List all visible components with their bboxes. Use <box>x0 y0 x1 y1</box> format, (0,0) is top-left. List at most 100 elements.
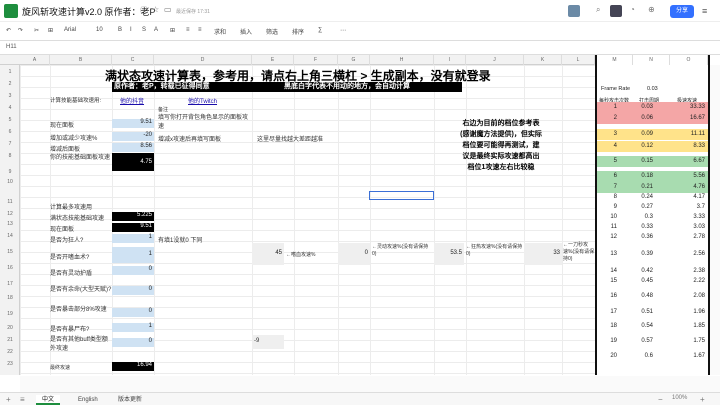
row-header-cell[interactable]: 14 <box>0 233 20 239</box>
toolbar-item[interactable]: ∑ <box>318 27 322 33</box>
sheet-list-icon[interactable]: ≡ <box>20 395 25 404</box>
row-header-cell[interactable]: 13 <box>0 221 20 227</box>
menu-icon[interactable]: ≡ <box>702 6 707 16</box>
row-header-cell[interactable]: 6 <box>0 129 20 135</box>
horizontal-scrollbar[interactable] <box>20 376 720 392</box>
row-header-cell[interactable]: 9 <box>0 169 20 175</box>
tab-chinese[interactable]: 中文 <box>36 395 61 405</box>
toolbar-item[interactable]: 筛选 <box>266 27 278 36</box>
zoom-out-icon[interactable]: − <box>658 395 663 404</box>
row-header-cell[interactable]: 3 <box>0 93 20 99</box>
talent-input[interactable]: 0 <box>112 286 154 295</box>
toolbar-item[interactable]: ✂ <box>34 27 39 34</box>
column-header-cell[interactable]: I <box>434 55 466 65</box>
toolbar-item[interactable]: ↷ <box>18 27 23 34</box>
bloodlust-speed-input[interactable]: 45 <box>252 243 284 265</box>
toolbar-item[interactable]: 插入 <box>240 27 252 36</box>
row-header-cell[interactable]: 21 <box>0 337 20 343</box>
col-o-header[interactable]: O <box>670 55 708 65</box>
toolbar-item[interactable]: ⊞ <box>48 27 53 34</box>
row-header-cell[interactable]: 8 <box>0 153 20 159</box>
column-header-cell[interactable]: J <box>466 55 524 65</box>
frenzy-speed-input[interactable]: 53.5 <box>434 243 464 265</box>
other-buff-input[interactable]: 0 <box>112 338 154 347</box>
row-header-cell[interactable]: 2 <box>0 81 20 87</box>
shield-speed-input[interactable]: 0 <box>338 243 370 265</box>
column-header-cell[interactable]: K <box>524 55 562 65</box>
column-header-cell[interactable]: B <box>50 55 112 65</box>
speed-change-input[interactable]: -20 <box>112 132 154 141</box>
other-buff-grey[interactable]: -9 <box>252 335 284 349</box>
column-header-cell[interactable]: C <box>112 55 154 65</box>
info-icon[interactable]: ⓘ <box>140 5 148 16</box>
zoom-level[interactable]: 100% <box>672 395 687 401</box>
berserk-input[interactable]: 1 <box>112 234 154 243</box>
column-header-cell[interactable]: L <box>562 55 595 65</box>
shield-input[interactable]: 0 <box>112 266 154 275</box>
twitch-link[interactable]: 他的Twitch <box>188 96 217 105</box>
column-header-cell[interactable]: F <box>294 55 338 65</box>
row-header-cell[interactable]: 19 <box>0 311 20 317</box>
row-header-cell[interactable]: 12 <box>0 211 20 217</box>
crit-input[interactable]: 0 <box>112 308 154 317</box>
panel-row: 16 0.48 2.08 <box>597 291 708 302</box>
tab-version[interactable]: 版本更新 <box>112 395 148 405</box>
row-header-cell[interactable]: 4 <box>0 105 20 111</box>
add-sheet-icon[interactable]: + <box>6 395 11 404</box>
selected-cell[interactable] <box>369 191 434 200</box>
corpse-input[interactable]: 1 <box>112 323 154 332</box>
row-header-cell[interactable]: 22 <box>0 349 20 355</box>
kill-speed-input[interactable]: 33 <box>524 243 562 265</box>
changed-panel-input[interactable]: 8.56 <box>112 143 154 152</box>
toolbar-item[interactable]: S <box>142 27 146 33</box>
avatar[interactable] <box>568 5 580 17</box>
toolbar-item[interactable]: Arial <box>64 27 76 33</box>
toolbar-item[interactable]: 10 <box>96 27 103 33</box>
column-header-cell[interactable]: D <box>154 55 252 65</box>
row-header-cell[interactable]: 17 <box>0 281 20 287</box>
share-button[interactable]: 分享 <box>670 5 694 18</box>
search-icon[interactable]: ⌕ <box>596 5 600 15</box>
toolbar-item[interactable]: ≡ <box>198 27 202 33</box>
toolbar-item[interactable]: ⋯ <box>340 27 346 34</box>
panel-cell-p: 0.18 <box>641 173 653 179</box>
douyin-link[interactable]: 他的抖音 <box>120 96 144 105</box>
toolbar-item[interactable]: 排序 <box>292 27 304 36</box>
row-header-cell[interactable]: 18 <box>0 295 20 301</box>
toolbar-item[interactable]: ↶ <box>6 27 11 34</box>
row-header-cell[interactable]: 15 <box>0 249 20 255</box>
column-header-cell[interactable]: A <box>20 55 50 65</box>
zoom-in-icon[interactable]: + <box>700 395 705 404</box>
document-title[interactable]: 旋风斩攻速计算v2.0 原作者：老P <box>22 5 156 18</box>
row-header-cell[interactable]: 20 <box>0 325 20 331</box>
star-icon[interactable]: ☆ <box>152 5 159 14</box>
notification-icon[interactable]: ◔ <box>630 5 635 14</box>
row-header-cell[interactable]: 5 <box>0 117 20 123</box>
tab-english[interactable]: English <box>72 395 104 405</box>
add-icon[interactable]: ⊕ <box>648 5 655 14</box>
toolbar-item[interactable]: ≡ <box>186 27 190 33</box>
row-header-cell[interactable]: 23 <box>0 361 20 367</box>
row-header-cell[interactable]: 16 <box>0 265 20 271</box>
toolbar-item[interactable]: 求和 <box>214 27 226 36</box>
formula-bar[interactable]: H11 <box>0 41 720 55</box>
column-header-cell[interactable]: G <box>338 55 370 65</box>
row-header-cell[interactable]: 1 <box>0 69 20 75</box>
column-header-cell[interactable]: E <box>252 55 294 65</box>
bloodlust-input[interactable]: 1 <box>112 247 154 263</box>
toolbar-item[interactable]: A <box>154 27 158 33</box>
column-header-cell[interactable]: H <box>370 55 434 65</box>
col-n-header[interactable]: N <box>633 55 670 65</box>
toolbar-item[interactable]: ⊞ <box>170 27 175 34</box>
toolbar-item[interactable]: B <box>118 27 122 33</box>
avatar[interactable] <box>610 5 622 17</box>
current-panel-input[interactable]: 9.51 <box>112 119 154 128</box>
row-header-cell[interactable]: 7 <box>0 141 20 147</box>
row-header-cell[interactable]: 11 <box>0 199 20 205</box>
row-header-cell[interactable]: 10 <box>0 179 20 185</box>
vertical-scrollbar[interactable] <box>710 65 720 375</box>
folder-icon[interactable]: ▭ <box>164 5 172 14</box>
sheet-grid[interactable] <box>20 65 595 375</box>
toolbar-item[interactable]: I <box>130 27 132 33</box>
col-m-header[interactable]: M <box>597 55 633 65</box>
